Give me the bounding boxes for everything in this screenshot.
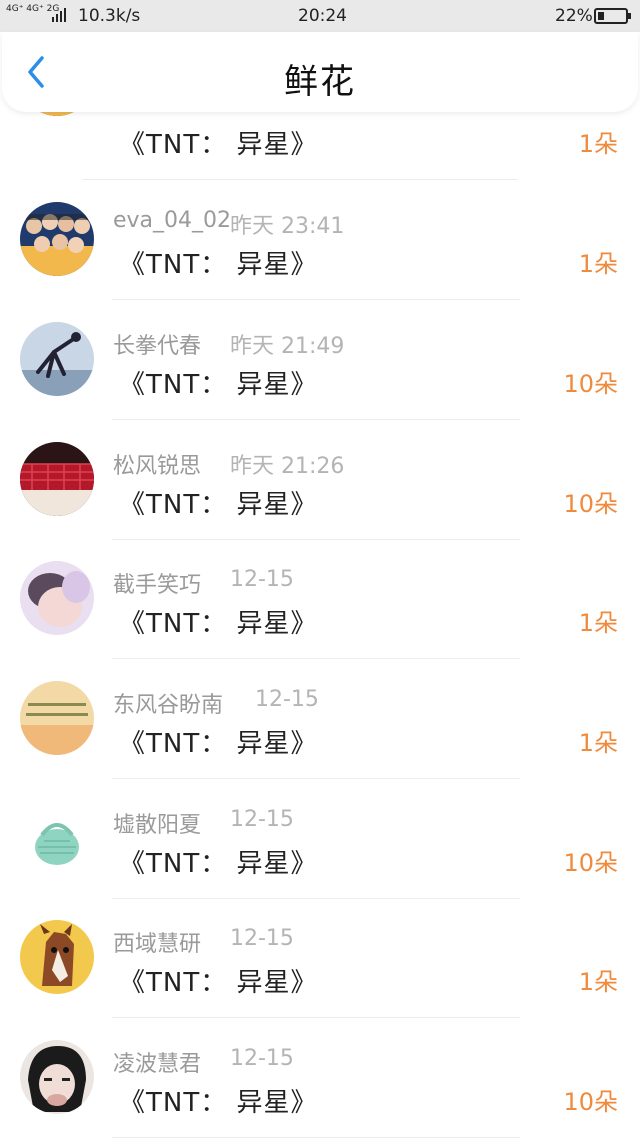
gift-time: 昨天 21:49 [230, 334, 345, 359]
book-title: 《TNT： 异星》 [119, 968, 318, 998]
sender-name[interactable]: eva_04_02 [113, 208, 231, 233]
book-title: 《TNT： 异星》 [119, 609, 318, 639]
avatar[interactable] [20, 202, 94, 276]
anime-portrait-avatar-image [20, 1040, 94, 1114]
portrait-photo-avatar-image [20, 561, 94, 635]
horse-cartoon-avatar-image [20, 920, 94, 994]
network-speed: 10.3k/s [78, 6, 141, 26]
avatar[interactable] [20, 322, 94, 396]
gift-list: 《TNT： 异星》 1朵 eva_04_02 昨天 23:41 《TNT： 异星》 1朵长… [0, 0, 640, 1138]
book-title: 《TNT： 异星》 [119, 729, 318, 759]
flower-count: 10朵 [563, 849, 618, 877]
sender-name[interactable]: 松风锐思 [113, 448, 201, 480]
page-title: 鲜花 [284, 62, 356, 102]
flower-count: 1朵 [578, 130, 618, 158]
gift-time: 12-15 [230, 1046, 294, 1071]
group-photo-avatar-image [20, 202, 94, 276]
knit-bag-photo-avatar-image [20, 801, 94, 875]
gift-row[interactable]: 凌波慧君 12-15 《TNT： 异星》 10朵 [0, 1018, 640, 1138]
sender-name[interactable]: 墟散阳夏 [113, 807, 201, 839]
book-title: 《TNT： 异星》 [119, 490, 318, 520]
gift-row[interactable]: 墟散阳夏 12-15 《TNT： 异星》 10朵 [0, 779, 640, 899]
gift-row[interactable]: 截手笑巧 12-15 《TNT： 异星》 1朵 [0, 539, 640, 659]
flower-count: 10朵 [563, 1088, 618, 1116]
book-title: 《TNT： 异星》 [119, 370, 318, 400]
sender-name[interactable]: 凌波慧君 [113, 1046, 201, 1078]
gift-time: 12-15 [230, 926, 294, 951]
flower-count: 1朵 [578, 968, 618, 996]
sender-name[interactable]: 截手笑巧 [113, 567, 201, 599]
gift-row[interactable]: eva_04_02 昨天 23:41 《TNT： 异星》 1朵 [0, 180, 640, 300]
clock: 20:24 [298, 6, 347, 26]
avatar[interactable] [20, 1040, 94, 1114]
title-bar: 鲜花 [2, 32, 638, 112]
book-title: 《TNT： 异星》 [119, 250, 318, 280]
flower-count: 1朵 [578, 609, 618, 637]
sender-name[interactable]: 西域慧研 [113, 926, 201, 958]
flower-count: 10朵 [563, 370, 618, 398]
battery-percentage: 22% [555, 6, 593, 26]
avatar[interactable] [20, 681, 94, 755]
flower-count: 1朵 [578, 729, 618, 757]
flower-count: 10朵 [563, 490, 618, 518]
battery-level [598, 12, 604, 20]
gift-time: 昨天 21:26 [230, 454, 345, 479]
gift-time: 12-15 [230, 567, 294, 592]
gift-time: 12-15 [230, 807, 294, 832]
gift-row[interactable]: 松风锐思 昨天 21:26 《TNT： 异星》 10朵 [0, 420, 640, 540]
gift-time: 12-15 [255, 687, 319, 712]
battery-icon [594, 8, 631, 24]
dancer-photo-avatar-image [20, 322, 94, 396]
book-title: 《TNT： 异星》 [119, 849, 318, 879]
avatar[interactable] [20, 561, 94, 635]
avatar[interactable] [20, 920, 94, 994]
gift-row[interactable]: 东风谷盼南 12-15 《TNT： 异星》 1朵 [0, 659, 640, 779]
gift-row[interactable]: 长拳代春 昨天 21:49 《TNT： 异星》 10朵 [0, 300, 640, 420]
sunset-text-photo-avatar-image [20, 681, 94, 755]
flower-count: 1朵 [578, 250, 618, 278]
book-title: 《TNT： 异星》 [119, 130, 318, 160]
gift-time: 昨天 23:41 [230, 214, 345, 239]
sender-name[interactable]: 长拳代春 [113, 328, 201, 360]
red-curtain-photo-avatar-image [20, 442, 94, 516]
book-title: 《TNT： 异星》 [119, 1088, 318, 1118]
avatar[interactable] [20, 442, 94, 516]
sender-name[interactable]: 东风谷盼南 [113, 687, 223, 719]
avatar[interactable] [20, 801, 94, 875]
signal-strength-icon [52, 8, 66, 22]
status-bar: 4G⁺ 4G⁺ 2G 10.3k/s 20:24 22% [0, 0, 640, 32]
gift-row[interactable]: 西域慧研 12-15 《TNT： 异星》 1朵 [0, 898, 640, 1018]
